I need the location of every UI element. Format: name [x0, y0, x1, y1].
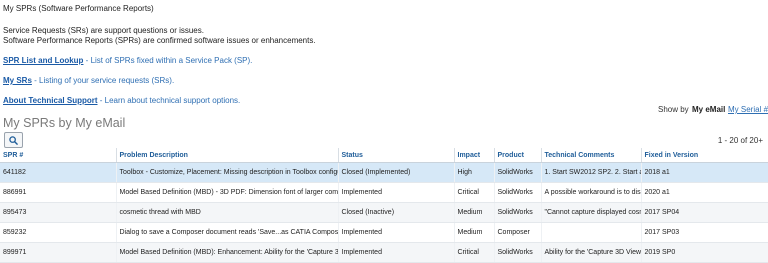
product-cell: SolidWorks: [494, 242, 542, 263]
product-cell: Composer: [494, 222, 542, 243]
about-support-description: - Learn about technical support options.: [97, 96, 241, 105]
technical-comments-cell: A possible workaround is to disable 'C: [541, 182, 642, 203]
status-cell: Implemented: [338, 242, 455, 263]
show-by-my-email-tab[interactable]: My eMail: [692, 105, 725, 114]
table-row[interactable]: 859232 Dialog to save a Composer documen…: [0, 222, 768, 243]
problem-description-cell: Model Based Definition (MBD) - 3D PDF: D…: [116, 182, 339, 203]
status-cell: Closed (Inactive): [338, 202, 455, 223]
spr-number-cell: 899971: [0, 242, 117, 263]
column-header-spr[interactable]: SPR #: [0, 148, 117, 163]
spr-number-cell: 641182: [0, 162, 117, 183]
column-header-fixed-in-version[interactable]: Fixed in Version: [641, 148, 768, 163]
impact-cell: High: [454, 162, 495, 183]
intro-text-sprs: Software Performance Reports (SPRs) are …: [3, 36, 316, 45]
fixed-version-cell: 2019 SP0: [641, 242, 768, 263]
column-header-problem-description[interactable]: Problem Description: [116, 148, 339, 163]
my-srs-link[interactable]: My SRs: [3, 76, 32, 85]
impact-cell: Critical: [454, 242, 495, 263]
table-row[interactable]: 641182 Toolbox - Customize, Placement: M…: [0, 162, 768, 183]
spr-table: SPR # Problem Description Status Impact …: [0, 148, 768, 263]
technical-comments-cell: [541, 222, 642, 243]
table-header-row: SPR # Problem Description Status Impact …: [0, 148, 768, 163]
about-technical-support-link[interactable]: About Technical Support: [3, 96, 98, 105]
column-header-status[interactable]: Status: [338, 148, 455, 163]
spr-number-cell: 859232: [0, 222, 117, 243]
search-icon: [9, 135, 18, 145]
fixed-version-cell: 2018 a1: [641, 162, 768, 183]
section-title: My SPRs by My eMail: [3, 116, 126, 130]
my-srs-row: My SRs - Listing of your service request…: [3, 76, 174, 85]
impact-cell: Medium: [454, 202, 495, 223]
spr-list-lookup-row: SPR List and Lookup - List of SPRs fixed…: [3, 56, 252, 65]
column-header-impact[interactable]: Impact: [454, 148, 495, 163]
intro-text-srs: Service Requests (SRs) are support quest…: [3, 26, 204, 35]
fixed-version-cell: 2017 SP03: [641, 222, 768, 243]
fixed-version-cell: 2017 SP04: [641, 202, 768, 223]
spr-number-cell: 895473: [0, 202, 117, 223]
product-cell: SolidWorks: [494, 162, 542, 183]
table-row[interactable]: 899971 Model Based Definition (MBD): Enh…: [0, 242, 768, 263]
spr-list-lookup-description: - List of SPRs fixed within a Service Pa…: [83, 56, 253, 65]
search-button[interactable]: [4, 132, 23, 148]
column-header-technical-comments[interactable]: Technical Comments: [541, 148, 642, 163]
spr-list-lookup-link[interactable]: SPR List and Lookup: [3, 56, 83, 65]
impact-cell: Critical: [454, 182, 495, 203]
status-cell: Implemented: [338, 182, 455, 203]
about-support-row: About Technical Support - Learn about te…: [3, 96, 240, 105]
problem-description-cell: Model Based Definition (MBD): Enhancemen…: [116, 242, 339, 263]
status-cell: Implemented: [338, 222, 455, 243]
technical-comments-cell: Ability for the 'Capture 3D View' butto: [541, 242, 642, 263]
technical-comments-cell: 1. Start SW2012 SP2. 2. Start a new A: [541, 162, 642, 183]
problem-description-cell: cosmetic thread with MBD: [116, 202, 339, 223]
show-by-label: Show by: [658, 105, 689, 114]
status-cell: Closed (Implemented): [338, 162, 455, 183]
product-cell: SolidWorks: [494, 182, 542, 203]
impact-cell: Medium: [454, 222, 495, 243]
column-header-product[interactable]: Product: [494, 148, 542, 163]
page-heading: My SPRs (Software Performance Reports): [3, 4, 154, 13]
spr-number-cell: 886991: [0, 182, 117, 203]
show-by-my-serial-tab[interactable]: My Serial #'s: [728, 105, 768, 114]
my-srs-description: - Listing of your service requests (SRs)…: [31, 76, 175, 85]
technical-comments-cell: "Cannot capture displayed cosmetic th: [541, 202, 642, 223]
problem-description-cell: Toolbox - Customize, Placement: Missing …: [116, 162, 339, 183]
table-row[interactable]: 886991 Model Based Definition (MBD) - 3D…: [0, 182, 768, 203]
problem-description-cell: Dialog to save a Composer document reads…: [116, 222, 339, 243]
fixed-version-cell: 2020 a1: [641, 182, 768, 203]
product-cell: SolidWorks: [494, 202, 542, 223]
pagination-count: 1 - 20 of 20+: [717, 136, 763, 145]
table-row[interactable]: 895473 cosmetic thread with MBD Closed (…: [0, 202, 768, 223]
